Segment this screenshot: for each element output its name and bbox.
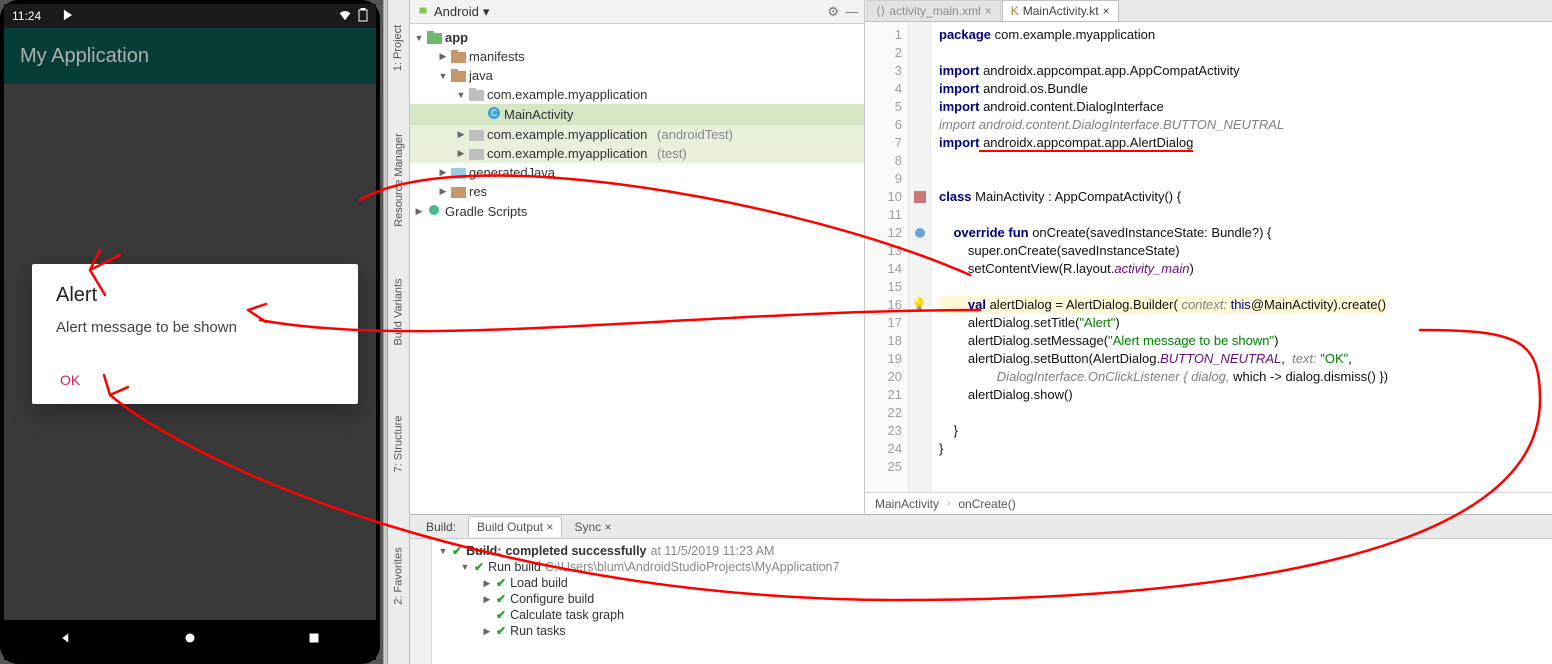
editor-window: ⟨⟩activity_main.xml× KMainActivity.kt× 1… <box>865 0 1552 514</box>
build-label: Build: <box>418 517 464 537</box>
folder-icon <box>451 166 466 179</box>
tree-manifests[interactable]: ▶manifests <box>410 47 864 66</box>
crumb-b[interactable]: onCreate() <box>958 497 1015 511</box>
home-icon[interactable] <box>181 629 199 652</box>
code-content[interactable]: package com.example.myapplication import… <box>931 22 1388 492</box>
dialog-ok-button[interactable]: OK <box>56 364 84 396</box>
package-icon <box>469 88 484 101</box>
build-output-tab[interactable]: Build Output × <box>468 516 562 537</box>
tree-main-activity[interactable]: CMainActivity <box>410 104 864 125</box>
emulator-panel: 11:24 My Application Alert Aler <box>0 0 383 664</box>
left-tool-rail: 1: Project Resource Manager Build Varian… <box>388 0 410 664</box>
wifi-icon <box>338 8 352 25</box>
close-icon[interactable]: × <box>1103 4 1110 18</box>
alert-dialog: Alert Alert message to be shown OK <box>32 264 358 404</box>
folder-icon <box>451 69 466 82</box>
editor-tabs: ⟨⟩activity_main.xml× KMainActivity.kt× <box>865 0 1552 22</box>
rail-resource-manager[interactable]: Resource Manager <box>353 133 445 227</box>
build-sync-tab[interactable]: Sync × <box>566 517 619 537</box>
close-icon[interactable]: × <box>604 520 611 534</box>
tab-main-activity-kt[interactable]: KMainActivity.kt× <box>1002 0 1119 21</box>
status-time: 11:24 <box>12 9 41 23</box>
close-icon[interactable]: × <box>546 520 553 534</box>
build-row-root[interactable]: ▼✔Build: completed successfully at 11/5/… <box>438 543 1546 559</box>
recent-icon[interactable] <box>305 629 323 652</box>
svg-text:C: C <box>491 108 498 118</box>
battery-icon <box>358 8 368 25</box>
gear-icon[interactable]: ⚙ <box>827 4 839 20</box>
close-icon[interactable]: × <box>985 4 992 18</box>
chevron-right-icon: › <box>947 498 950 509</box>
glyph-margin: 💡 <box>909 22 931 492</box>
build-row-run-build[interactable]: ▼✔Run build C:\Users\blum\AndroidStudioP… <box>438 559 1546 575</box>
override-marker-icon[interactable] <box>909 224 930 242</box>
kotlin-class-icon: C <box>487 106 501 123</box>
project-view-mode: Android <box>434 4 479 19</box>
tree-pkg-androidtest[interactable]: ▶com.example.myapplication (androidTest) <box>410 125 864 144</box>
tree-app[interactable]: ▼app <box>410 28 864 47</box>
system-nav-bar <box>4 620 376 660</box>
rail-build-variants[interactable]: Build Variants <box>353 278 445 345</box>
chevron-down-icon: ▾ <box>483 4 490 20</box>
project-tool-window: Android ▾ ⚙ — ▼app ▶manifests ▼java ▼com… <box>410 0 865 514</box>
build-row-configure[interactable]: ▶✔Configure build <box>438 591 1546 607</box>
tab-activity-main-xml[interactable]: ⟨⟩activity_main.xml× <box>867 0 1001 21</box>
bulb-icon[interactable]: 💡 <box>909 296 930 314</box>
debug-icon <box>61 8 75 25</box>
build-tabs: Build: Build Output × Sync × <box>410 515 1552 539</box>
status-bar: 11:24 <box>4 4 376 28</box>
dialog-title: Alert <box>56 284 334 307</box>
package-icon <box>469 147 484 160</box>
collapse-icon[interactable]: — <box>845 4 858 19</box>
xml-file-icon: ⟨⟩ <box>876 4 885 18</box>
device-frame: 11:24 My Application Alert Aler <box>0 0 380 664</box>
dialog-message: Alert message to be shown <box>56 319 334 336</box>
rail-favorites[interactable]: 2: Favorites <box>353 547 445 604</box>
line-number-gutter: 1234567891011121314151617181920212223242… <box>865 22 909 492</box>
crumb-a[interactable]: MainActivity <box>875 497 939 511</box>
breadcrumb[interactable]: MainActivity › onCreate() <box>865 492 1552 514</box>
class-marker-icon[interactable] <box>909 188 930 206</box>
package-icon <box>469 128 484 141</box>
folder-icon <box>451 50 466 63</box>
project-header[interactable]: Android ▾ ⚙ — <box>410 0 864 24</box>
ide-area: Android ▾ ⚙ — ▼app ▶manifests ▼java ▼com… <box>410 0 1552 664</box>
kotlin-file-icon: K <box>1011 4 1019 18</box>
build-row-run-tasks[interactable]: ▶✔Run tasks <box>438 623 1546 639</box>
tree-res[interactable]: ▶res <box>410 182 864 201</box>
build-row-load[interactable]: ▶✔Load build <box>438 575 1546 591</box>
tree-gradle-scripts[interactable]: ▶Gradle Scripts <box>410 201 864 221</box>
build-tree[interactable]: ▼✔Build: completed successfully at 11/5/… <box>432 539 1552 664</box>
build-tool-window: Build: Build Output × Sync × ▼✔Build: co… <box>410 514 1552 664</box>
tree-java[interactable]: ▼java <box>410 66 864 85</box>
tree-generated-java[interactable]: ▶generatedJava <box>410 163 864 182</box>
rail-structure[interactable]: 7: Structure <box>353 416 445 473</box>
code-editor[interactable]: 1234567891011121314151617181920212223242… <box>865 22 1552 492</box>
back-icon[interactable] <box>57 629 75 652</box>
tree-pkg-main[interactable]: ▼com.example.myapplication <box>410 85 864 104</box>
folder-icon <box>451 185 466 198</box>
rail-project[interactable]: 1: Project <box>353 25 445 71</box>
android-icon <box>416 3 430 20</box>
build-row-calc[interactable]: ✔Calculate task graph <box>438 607 1546 623</box>
tree-pkg-test[interactable]: ▶com.example.myapplication (test) <box>410 144 864 163</box>
